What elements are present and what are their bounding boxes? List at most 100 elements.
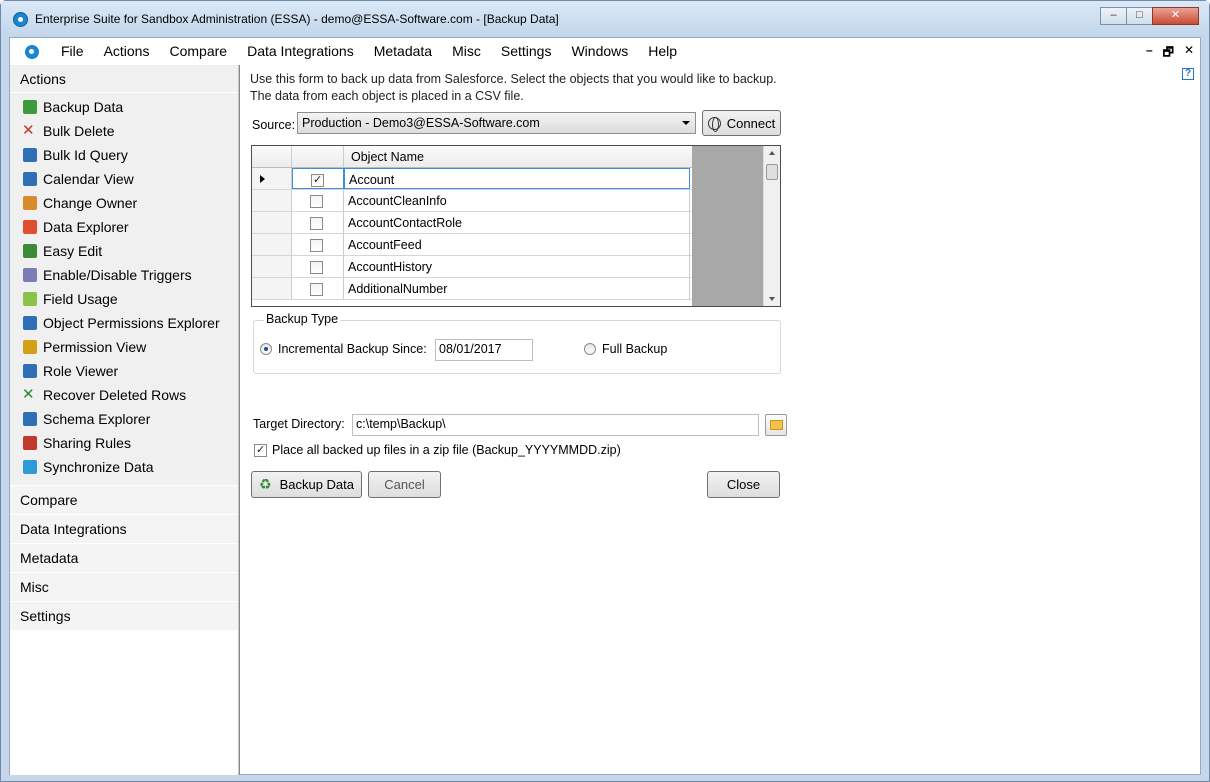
- table-row[interactable]: AccountCleanInfo: [252, 190, 692, 212]
- source-dropdown[interactable]: Production - Demo3@ESSA-Software.com: [297, 112, 696, 134]
- sidebar-item-easy-edit[interactable]: Easy Edit: [10, 239, 239, 263]
- sidebar-splitter[interactable]: [238, 65, 240, 775]
- sidebar-item-schema-explorer[interactable]: Schema Explorer: [10, 407, 239, 431]
- zip-checkbox[interactable]: [254, 443, 267, 457]
- row-checkbox-cell: [292, 190, 344, 211]
- close-button[interactable]: Close: [707, 471, 780, 498]
- menu-compare[interactable]: Compare: [159, 38, 237, 65]
- minimize-button[interactable]: –: [1100, 7, 1127, 25]
- table-row[interactable]: AccountContactRole: [252, 212, 692, 234]
- menu-data-integrations[interactable]: Data Integrations: [237, 38, 364, 65]
- triggers-icon: [23, 268, 37, 282]
- app-logo-icon: [13, 12, 28, 27]
- window-title: Enterprise Suite for Sandbox Administrat…: [35, 12, 559, 26]
- object-name-cell[interactable]: Account: [344, 168, 690, 189]
- checkbox-column-header[interactable]: [292, 146, 344, 167]
- row-selector[interactable]: [252, 278, 292, 299]
- row-checkbox[interactable]: [310, 283, 323, 296]
- table-row[interactable]: AccountFeed: [252, 234, 692, 256]
- menu-metadata[interactable]: Metadata: [364, 38, 442, 65]
- sidebar-item-data-explorer[interactable]: Data Explorer: [10, 215, 239, 239]
- sidebar-item-permission-view[interactable]: Permission View: [10, 335, 239, 359]
- object-name-cell[interactable]: AccountHistory: [344, 256, 690, 277]
- row-checkbox[interactable]: [310, 217, 323, 230]
- mdi-close-button[interactable]: ✕: [1184, 43, 1194, 64]
- sidebar-item-label: Permission View: [43, 339, 147, 355]
- scroll-thumb[interactable]: [766, 164, 778, 180]
- menu-file[interactable]: File: [51, 38, 94, 65]
- sidebar-item-recover-deleted-rows[interactable]: ✕ Recover Deleted Rows: [10, 383, 239, 407]
- maximize-button[interactable]: □: [1126, 7, 1153, 25]
- sidebar-group-settings[interactable]: Settings: [10, 601, 239, 630]
- sidebar-item-field-usage[interactable]: Field Usage: [10, 287, 239, 311]
- object-name-cell[interactable]: AccountCleanInfo: [344, 190, 690, 211]
- target-directory-field[interactable]: c:\temp\Backup\: [352, 414, 759, 436]
- sidebar-item-synchronize-data[interactable]: Synchronize Data: [10, 455, 239, 479]
- row-selector[interactable]: [252, 212, 292, 233]
- menu-help[interactable]: Help: [638, 38, 687, 65]
- grid-scrollbar[interactable]: [763, 146, 780, 306]
- row-checkbox[interactable]: [310, 261, 323, 274]
- sidebar-item-sharing-rules[interactable]: Sharing Rules: [10, 431, 239, 455]
- sidebar-item-object-permissions-explorer[interactable]: Object Permissions Explorer: [10, 311, 239, 335]
- sidebar-item-backup-data[interactable]: Backup Data: [10, 95, 239, 119]
- incremental-date-field[interactable]: 08/01/2017: [435, 339, 533, 361]
- sidebar-item-label: Bulk Id Query: [43, 147, 128, 163]
- menu-windows[interactable]: Windows: [561, 38, 638, 65]
- mdi-restore-button[interactable]: 🗗: [1163, 43, 1174, 64]
- row-checkbox[interactable]: [311, 173, 324, 187]
- cancel-button[interactable]: Cancel: [368, 471, 441, 498]
- menu-bar: File Actions Compare Data Integrations M…: [10, 38, 1200, 65]
- sidebar-item-calendar-view[interactable]: Calendar View: [10, 167, 239, 191]
- sidebar-group-misc[interactable]: Misc: [10, 572, 239, 601]
- title-bar[interactable]: Enterprise Suite for Sandbox Administrat…: [1, 1, 1209, 37]
- globe-icon: [707, 116, 721, 132]
- incremental-backup-label[interactable]: Incremental Backup Since:: [278, 342, 427, 356]
- row-selector-header: [252, 146, 292, 167]
- sidebar-groups: Compare Data Integrations Metadata Misc Sett…: [10, 485, 239, 630]
- close-window-button[interactable]: ✕: [1152, 7, 1199, 25]
- mdi-minimize-button[interactable]: –: [1146, 43, 1153, 64]
- connect-button-label: Connect: [726, 115, 776, 131]
- sidebar-item-change-owner[interactable]: Change Owner: [10, 191, 239, 215]
- row-selector[interactable]: [252, 256, 292, 277]
- row-selector[interactable]: [252, 190, 292, 211]
- sidebar-item-bulk-id-query[interactable]: Bulk Id Query: [10, 143, 239, 167]
- menu-logo-icon[interactable]: [25, 44, 39, 59]
- sidebar-group-compare[interactable]: Compare: [10, 485, 239, 514]
- scroll-up-icon[interactable]: [769, 151, 775, 155]
- sidebar-item-role-viewer[interactable]: Role Viewer: [10, 359, 239, 383]
- object-name-column-header[interactable]: Object Name: [344, 146, 690, 167]
- backup-data-button[interactable]: ♻ Backup Data: [251, 471, 362, 498]
- object-name-cell[interactable]: AccountContactRole: [344, 212, 690, 233]
- row-checkbox[interactable]: [310, 239, 323, 252]
- full-backup-label[interactable]: Full Backup: [602, 342, 667, 356]
- full-backup-radio[interactable]: [584, 343, 596, 355]
- incremental-backup-radio[interactable]: [260, 343, 272, 355]
- zip-label[interactable]: Place all backed up files in a zip file …: [272, 443, 621, 457]
- table-row[interactable]: Account: [252, 168, 692, 190]
- sidebar-actions-list: Backup Data ✕ Bulk Delete Bulk Id Query Cale…: [10, 93, 239, 485]
- row-selector[interactable]: [252, 234, 292, 255]
- object-name-cell[interactable]: AccountFeed: [344, 234, 690, 255]
- connect-button[interactable]: Connect: [702, 110, 781, 136]
- menu-actions[interactable]: Actions: [94, 38, 160, 65]
- row-checkbox[interactable]: [310, 195, 323, 208]
- browse-folder-button[interactable]: [765, 414, 787, 436]
- grid-rows: AccountAccountCleanInfoAccountContactRol…: [252, 168, 692, 300]
- help-icon[interactable]: ?: [1182, 68, 1194, 80]
- menu-misc[interactable]: Misc: [442, 38, 491, 65]
- sidebar-header-actions[interactable]: Actions: [10, 65, 239, 93]
- menu-settings[interactable]: Settings: [491, 38, 562, 65]
- scroll-down-icon[interactable]: [769, 297, 775, 301]
- row-selector[interactable]: [252, 168, 292, 189]
- table-row[interactable]: AdditionalNumber: [252, 278, 692, 300]
- object-name-cell[interactable]: AdditionalNumber: [344, 278, 690, 299]
- sidebar-group-data-integrations[interactable]: Data Integrations: [10, 514, 239, 543]
- table-row[interactable]: AccountHistory: [252, 256, 692, 278]
- sidebar-item-bulk-delete[interactable]: ✕ Bulk Delete: [10, 119, 239, 143]
- sidebar-item-label: Change Owner: [43, 195, 138, 211]
- sidebar-group-metadata[interactable]: Metadata: [10, 543, 239, 572]
- sidebar-item-enable-disable-triggers[interactable]: Enable/Disable Triggers: [10, 263, 239, 287]
- calendar-icon: [23, 172, 37, 186]
